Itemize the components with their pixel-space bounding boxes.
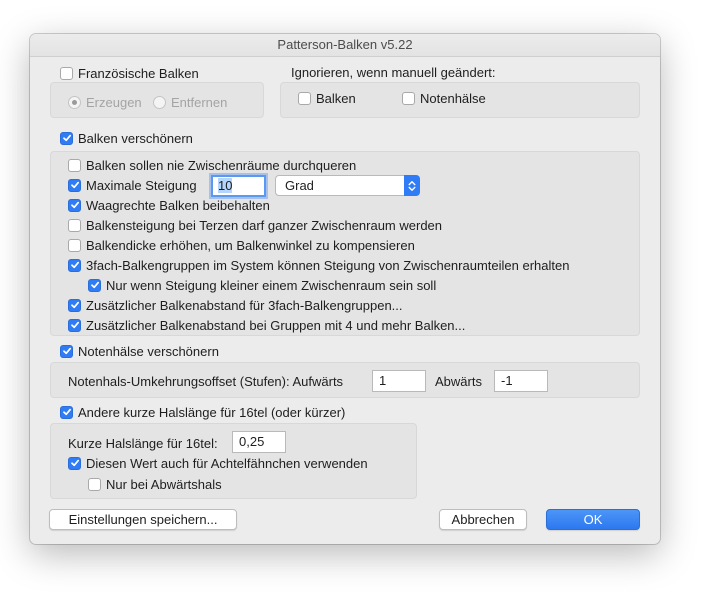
thirds-full-space-label: Balkensteigung bei Terzen darf ganzer Zw… bbox=[86, 217, 443, 233]
radio-remove-label: Entfernen bbox=[171, 94, 228, 110]
ignore-stems-checkbox[interactable]: Notenhälse bbox=[402, 89, 486, 107]
use-for-flags-checkbox[interactable]: Diesen Wert auch für Achtelfähnchen verw… bbox=[68, 454, 368, 472]
french-beams-label: Französische Balken bbox=[78, 65, 199, 81]
beautify-stems-label: Notenhälse verschönern bbox=[78, 343, 219, 359]
checkbox-checked-icon bbox=[60, 405, 73, 419]
checkbox-icon bbox=[68, 158, 81, 172]
only-down-stem-checkbox[interactable]: Nur bei Abwärtshals bbox=[88, 475, 222, 493]
stem-offset-up-value: 1 bbox=[379, 373, 387, 388]
beautify-beams-checkbox[interactable]: Balken verschönern bbox=[60, 129, 193, 147]
ignore-beams-checkbox[interactable]: Balken bbox=[298, 89, 356, 107]
checkbox-icon bbox=[60, 66, 73, 80]
keep-horizontal-checkbox[interactable]: Waagrechte Balken beibehalten bbox=[68, 196, 270, 214]
only-if-less-label: Nur wenn Steigung kleiner einem Zwischen… bbox=[106, 277, 437, 293]
short-stem-length-value: 0,25 bbox=[239, 434, 265, 449]
max-slope-label: Maximale Steigung bbox=[86, 177, 197, 193]
ignore-stems-label: Notenhälse bbox=[420, 90, 486, 106]
keep-horizontal-label: Waagrechte Balken beibehalten bbox=[86, 197, 270, 213]
thicken-beams-checkbox[interactable]: Balkendicke erhöhen, um Balkenwinkel zu … bbox=[68, 236, 415, 254]
short-stems-label: Andere kurze Halslänge für 16tel (oder k… bbox=[78, 404, 346, 420]
stem-offset-down-value: -1 bbox=[501, 373, 513, 388]
french-beams-checkbox[interactable]: Französische Balken bbox=[60, 64, 199, 82]
use-for-flags-label: Diesen Wert auch für Achtelfähnchen verw… bbox=[86, 455, 368, 471]
thirds-full-space-checkbox[interactable]: Balkensteigung bei Terzen darf ganzer Zw… bbox=[68, 216, 442, 234]
checkbox-checked-icon bbox=[60, 131, 73, 145]
checkbox-checked-icon bbox=[68, 198, 81, 212]
max-slope-checkbox[interactable]: Maximale Steigung bbox=[68, 176, 197, 194]
short-stem-length-input[interactable]: 0,25 bbox=[232, 431, 286, 453]
only-down-stem-label: Nur bei Abwärtshals bbox=[106, 476, 222, 492]
only-if-less-checkbox[interactable]: Nur wenn Steigung kleiner einem Zwischen… bbox=[88, 276, 436, 294]
stem-offset-down-input[interactable]: -1 bbox=[494, 370, 548, 392]
checkbox-icon bbox=[88, 477, 101, 491]
radio-remove[interactable]: Entfernen bbox=[153, 93, 227, 111]
never-cross-spaces-checkbox[interactable]: Balken sollen nie Zwischenräume durchque… bbox=[68, 156, 356, 174]
ok-button[interactable]: OK bbox=[546, 509, 640, 530]
radio-icon bbox=[153, 95, 166, 109]
thicken-beams-label: Balkendicke erhöhen, um Balkenwinkel zu … bbox=[86, 237, 415, 253]
window-title: Patterson-Balken v5.22 bbox=[30, 34, 660, 57]
ignore-label: Ignorieren, wenn manuell geändert: bbox=[291, 65, 496, 80]
checkbox-icon bbox=[68, 238, 81, 252]
triple-groups-checkbox[interactable]: 3fach-Balkengruppen im System können Ste… bbox=[68, 256, 569, 274]
radio-create[interactable]: Erzeugen bbox=[68, 93, 142, 111]
checkbox-checked-icon bbox=[68, 456, 81, 470]
never-cross-spaces-label: Balken sollen nie Zwischenräume durchque… bbox=[86, 157, 357, 173]
extra-spacing-triple-checkbox[interactable]: Zusätzlicher Balkenabstand für 3fach-Bal… bbox=[68, 296, 403, 314]
stem-offset-down-label: Abwärts bbox=[435, 374, 482, 389]
triple-groups-label: 3fach-Balkengruppen im System können Ste… bbox=[86, 257, 570, 273]
checkbox-checked-icon bbox=[68, 298, 81, 312]
slope-unit-select[interactable]: Grad bbox=[275, 175, 420, 196]
checkbox-checked-icon bbox=[68, 178, 81, 192]
beautify-stems-checkbox[interactable]: Notenhälse verschönern bbox=[60, 342, 219, 360]
max-slope-value: 10 bbox=[218, 178, 233, 193]
short-stem-length-label: Kurze Halslänge für 16tel: bbox=[68, 436, 218, 451]
select-arrows-icon bbox=[404, 175, 420, 196]
save-settings-button[interactable]: Einstellungen speichern... bbox=[49, 509, 237, 530]
radio-selected-icon bbox=[68, 95, 81, 109]
checkbox-checked-icon bbox=[60, 344, 73, 358]
checkbox-icon bbox=[402, 91, 415, 105]
max-slope-input[interactable]: 10 bbox=[211, 175, 266, 197]
extra-spacing-four-label: Zusätzlicher Balkenabstand bei Gruppen m… bbox=[86, 317, 466, 333]
checkbox-checked-icon bbox=[88, 278, 101, 292]
checkbox-checked-icon bbox=[68, 318, 81, 332]
beautify-beams-label: Balken verschönern bbox=[78, 130, 193, 146]
checkbox-checked-icon bbox=[68, 258, 81, 272]
stem-offset-up-input[interactable]: 1 bbox=[372, 370, 426, 392]
cancel-button[interactable]: Abbrechen bbox=[439, 509, 527, 530]
ignore-beams-label: Balken bbox=[316, 90, 356, 106]
checkbox-icon bbox=[298, 91, 311, 105]
extra-spacing-triple-label: Zusätzlicher Balkenabstand für 3fach-Bal… bbox=[86, 297, 403, 313]
extra-spacing-four-checkbox[interactable]: Zusätzlicher Balkenabstand bei Gruppen m… bbox=[68, 316, 465, 334]
radio-create-label: Erzeugen bbox=[86, 94, 142, 110]
patterson-beams-dialog: Patterson-Balken v5.22 Französische Balk… bbox=[30, 34, 660, 544]
slope-unit-value: Grad bbox=[285, 178, 314, 193]
stem-offset-label: Notenhals-Umkehrungsoffset (Stufen): Auf… bbox=[68, 374, 344, 389]
short-stems-checkbox[interactable]: Andere kurze Halslänge für 16tel (oder k… bbox=[60, 403, 345, 421]
checkbox-icon bbox=[68, 218, 81, 232]
